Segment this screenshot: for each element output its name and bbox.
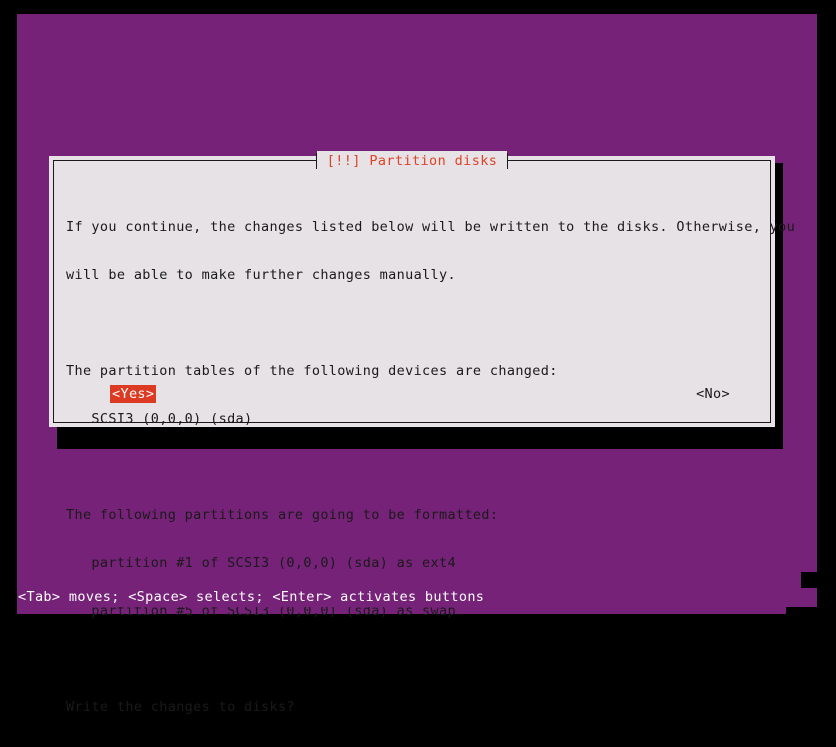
keyboard-hint-statusbar: <Tab> moves; <Space> selects; <Enter> ac… [17,588,817,607]
confirm-question: Write the changes to disks? [66,699,295,715]
no-button[interactable]: <No> [694,385,732,403]
intro-line-2: will be able to make further changes man… [66,267,456,283]
dialog-message-body: If you continue, the changes listed belo… [66,187,796,747]
title-tick-left-icon [315,153,317,169]
list-item: SCSI3 (0,0,0) (sda) [66,411,253,427]
yes-button[interactable]: <Yes> [110,385,157,403]
dialog-button-row: <Yes> <No> [66,385,760,403]
intro-line-1: If you continue, the changes listed belo… [66,219,796,235]
partition-disks-dialog: [!!] Partition disks If you continue, th… [49,151,795,715]
dialog-border-frame: [!!] Partition disks If you continue, th… [53,151,795,715]
format-heading: The following partitions are going to be… [66,507,499,523]
list-item: partition #1 of SCSI3 (0,0,0) (sda) as e… [66,555,456,571]
title-tick-right-icon [507,153,509,169]
tables-heading: The partition tables of the following de… [66,363,558,379]
installer-screen: [!!] Partition disks If you continue, th… [0,0,836,715]
